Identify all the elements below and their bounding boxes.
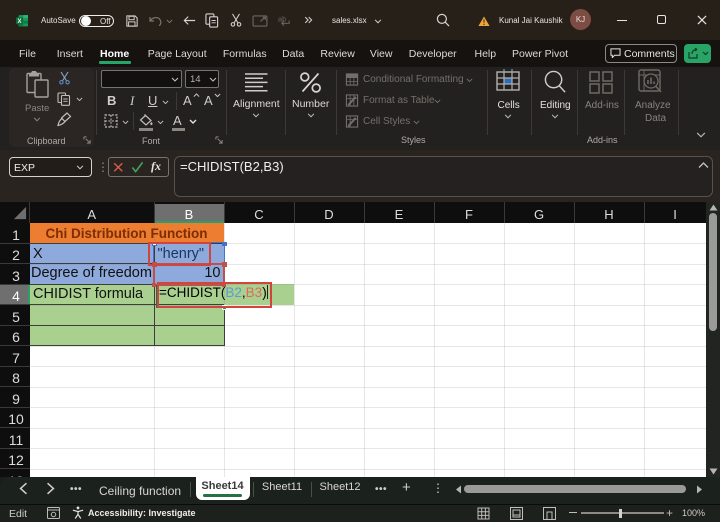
svg-text:X: X	[17, 19, 21, 25]
